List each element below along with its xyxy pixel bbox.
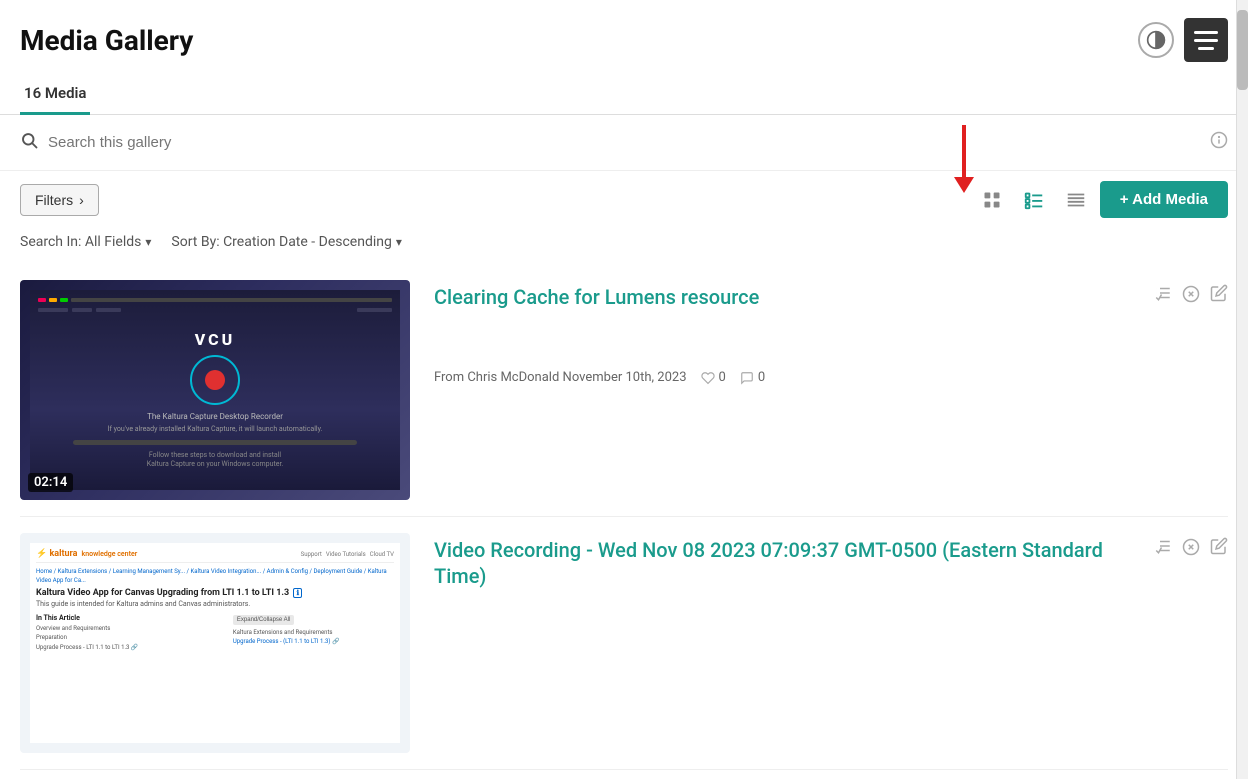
media-item: VCU The Kaltura Capture Desktop Recorder…: [20, 264, 1228, 517]
thumb-center: VCU The Kaltura Capture Desktop Recorder…: [38, 318, 392, 482]
remove-icon-2[interactable]: [1182, 537, 1200, 561]
media-comments-1: 0: [740, 370, 765, 385]
sort-by-chevron: ▾: [396, 235, 402, 249]
media-title-1[interactable]: Clearing Cache for Lumens resource: [434, 284, 1130, 310]
menu-button[interactable]: [1184, 18, 1228, 62]
filters-label: Filters: [35, 192, 73, 208]
menu-line-2: [1194, 39, 1218, 42]
thumb-top-bar: [38, 298, 392, 302]
media-title-2[interactable]: Video Recording - Wed Nov 08 2023 07:09:…: [434, 537, 1130, 589]
arrow-head: [954, 177, 974, 193]
filters-chevron-icon: ›: [79, 192, 84, 208]
list-view-button[interactable]: [1016, 182, 1052, 218]
thumb-record-circle: [190, 355, 240, 405]
scrollbar[interactable]: [1236, 0, 1248, 779]
edit-icon-1[interactable]: [1210, 284, 1228, 307]
duration-badge-1: 02:14: [28, 473, 73, 492]
media-author-date-1: From Chris McDonald November 10th, 2023: [434, 370, 687, 385]
thumb2-doc-title: Kaltura Video App for Canvas Upgrading f…: [36, 588, 394, 598]
thumb2-header: ⚡ kaltura knowledge center Support Video…: [36, 549, 394, 563]
tabs-bar: 16 Media: [0, 74, 1248, 115]
page-title: Media Gallery: [20, 24, 193, 57]
media-actions-2: [1154, 533, 1228, 561]
remove-icon-1[interactable]: [1182, 284, 1200, 308]
media-meta-1: From Chris McDonald November 10th, 2023 …: [434, 370, 1130, 385]
search-in-filter[interactable]: Search In: All Fields ▾: [20, 234, 151, 250]
toolbar: Filters ›: [0, 171, 1248, 228]
thumbnail-1[interactable]: VCU The Kaltura Capture Desktop Recorder…: [20, 280, 410, 500]
add-media-button[interactable]: + Add Media: [1100, 181, 1228, 218]
search-in-label: Search In: All Fields: [20, 234, 141, 250]
search-in-chevron: ▾: [145, 235, 151, 249]
menu-line-3: [1198, 47, 1214, 50]
thumb2-description: This guide is intended for Kaltura admin…: [36, 600, 394, 610]
info-icon[interactable]: [1210, 131, 1228, 154]
edit-icon-2[interactable]: [1210, 537, 1228, 560]
contrast-button[interactable]: [1138, 22, 1174, 58]
page-header: Media Gallery: [0, 0, 1248, 74]
scrollbar-thumb[interactable]: [1237, 10, 1248, 90]
thumb2-left-col: In This Article Overview and Requirement…: [36, 614, 227, 737]
thumb2-content: In This Article Overview and Requirement…: [36, 614, 394, 737]
add-media-label: + Add Media: [1120, 191, 1208, 208]
filters-button[interactable]: Filters ›: [20, 184, 99, 216]
media-info-1: Clearing Cache for Lumens resource From …: [434, 280, 1130, 385]
media-list: VCU The Kaltura Capture Desktop Recorder…: [0, 264, 1248, 770]
media-actions-1: [1154, 280, 1228, 308]
menu-line-1: [1194, 31, 1218, 34]
filter-sort-bar: Search In: All Fields ▾ Sort By: Creatio…: [0, 228, 1248, 264]
grid-view-button[interactable]: [974, 182, 1010, 218]
search-bar: [0, 115, 1248, 171]
sort-by-filter[interactable]: Sort By: Creation Date - Descending ▾: [171, 234, 401, 250]
media-info-2: Video Recording - Wed Nov 08 2023 07:09:…: [434, 533, 1130, 609]
header-controls: [1138, 18, 1228, 62]
search-icon: [20, 131, 38, 154]
compact-view-button[interactable]: [1058, 182, 1094, 218]
media-likes-1: 0: [701, 370, 726, 385]
thumb2-right-col: Expand/Collapse All Kaltura Extensions a…: [233, 614, 394, 737]
toolbar-right: + Add Media: [968, 181, 1228, 218]
thumb2-breadcrumb: Home / Kaltura Extensions / Learning Man…: [36, 567, 394, 585]
sort-by-label: Sort By: Creation Date - Descending: [171, 234, 391, 250]
tab-16-media[interactable]: 16 Media: [20, 74, 90, 115]
media-item-2: ⚡ kaltura knowledge center Support Video…: [20, 517, 1228, 770]
search-input[interactable]: [48, 134, 1210, 151]
thumb-toolbar: [38, 308, 392, 312]
playlist-icon-1[interactable]: [1154, 284, 1172, 307]
thumbnail-2[interactable]: ⚡ kaltura knowledge center Support Video…: [20, 533, 410, 753]
playlist-icon-2[interactable]: [1154, 537, 1172, 560]
